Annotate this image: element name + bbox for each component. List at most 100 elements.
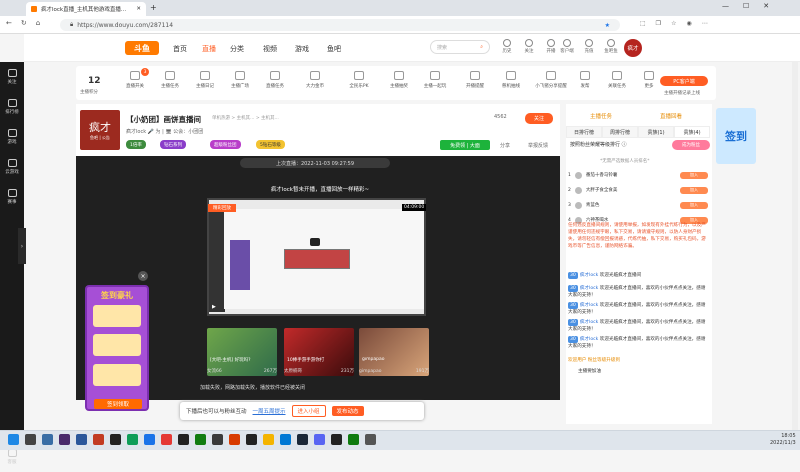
signin-button[interactable]: 签到领取 <box>94 399 142 409</box>
taskbar-app-icon[interactable] <box>314 434 325 445</box>
taskbar-app-icon[interactable] <box>144 434 155 445</box>
subtab-day[interactable]: 日排行榜 <box>566 126 602 138</box>
tag-2[interactable]: 钻石系列 <box>160 140 186 149</box>
user-avatar[interactable]: 疯才 <box>624 39 642 57</box>
taskbar-app-icon[interactable] <box>42 434 53 445</box>
taskbar-app-icon[interactable] <box>229 434 240 445</box>
taskbar-app-icon[interactable] <box>246 434 257 445</box>
taskbar-app-icon[interactable] <box>212 434 223 445</box>
taskbar-app-icon[interactable] <box>59 434 70 445</box>
sidebar-item-event[interactable]: 赛事 <box>0 182 24 212</box>
toolbar-item-9[interactable]: 开播提醒 <box>460 71 490 89</box>
taskbar-app-icon[interactable] <box>331 434 342 445</box>
taskbar-app-icon[interactable] <box>280 434 291 445</box>
toolbar-item-11[interactable]: 小飞猪分享提醒 <box>535 71 567 89</box>
toolbar-item-8[interactable]: 主播一起玩 <box>420 71 450 89</box>
signin-ad[interactable]: 签到 <box>716 108 756 164</box>
new-tab-button[interactable]: + <box>150 3 157 12</box>
toolbar-item-5[interactable]: 大力金币 <box>300 71 330 89</box>
refresh-icon[interactable]: ↻ <box>21 19 27 27</box>
free-gift-button[interactable]: 免费领 | 大面 <box>440 140 490 150</box>
profile-icon[interactable]: ◉ <box>686 20 691 27</box>
collections-icon[interactable]: ❐ <box>656 20 661 27</box>
become-fan-button[interactable]: 成为粉丝 <box>672 140 710 150</box>
search-icon[interactable]: ⌕ <box>480 44 483 50</box>
signin-gift-3[interactable] <box>93 364 141 386</box>
taskbar-app-icon[interactable] <box>25 434 36 445</box>
follow-button[interactable]: 关注 <box>525 113 553 124</box>
sidebar-item-cloudgame[interactable]: 云游戏 <box>0 152 24 182</box>
toolbar-item-0[interactable]: 直播开关 <box>120 71 150 89</box>
streamer-avatar[interactable]: 疯才 鱼吧 | 公告 <box>80 110 120 150</box>
chat-username[interactable]: 疯才lock <box>580 320 598 325</box>
taskbar-app-icon[interactable] <box>178 434 189 445</box>
toolbar-item-4[interactable]: 直播任务 <box>260 71 290 89</box>
tab-replay[interactable]: 直播回看 <box>660 112 682 120</box>
sidebar-item-game[interactable]: 游戏 <box>0 122 24 152</box>
star-icon[interactable]: ★ <box>605 22 610 29</box>
home-icon[interactable]: ⌂ <box>36 19 40 27</box>
toolbar-item-6[interactable]: 全民乐PK <box>344 71 374 89</box>
taskbar-clock[interactable]: 18:05 2022/11/3 <box>770 433 796 447</box>
popup-link[interactable]: 一周五周提示 <box>253 407 286 415</box>
sidebar-item-follow[interactable]: 关注 <box>0 62 24 92</box>
window-close-icon[interactable]: ✕ <box>763 2 769 10</box>
post-update-button[interactable]: 发布动态 <box>331 406 364 416</box>
maximize-icon[interactable]: ☐ <box>743 2 749 10</box>
signin-gift-2[interactable] <box>93 334 141 356</box>
more-icon[interactable]: ⋯ <box>702 20 708 27</box>
taskbar-app-icon[interactable] <box>195 434 206 445</box>
join-group-button[interactable]: 进入小组 <box>291 405 326 417</box>
favorites-icon[interactable]: ☆ <box>671 20 676 27</box>
site-logo[interactable]: 斗鱼 <box>125 41 159 55</box>
recharge-button[interactable]: 充值 <box>578 39 600 54</box>
rank-row[interactable]: 1 番茄十香马铃薯 加入 <box>568 168 708 182</box>
subtab-week[interactable]: 周排行榜 <box>602 126 638 138</box>
play-icon[interactable]: ▶ <box>212 304 216 310</box>
minimize-icon[interactable]: — <box>722 2 729 10</box>
page-scrollbar[interactable] <box>792 62 798 430</box>
breadcrumb[interactable]: 单机热游 > 主机其... > 主机其... <box>212 115 279 121</box>
toolbar-item-2[interactable]: 主播日记 <box>190 71 220 89</box>
extension-icon[interactable]: ⬚ <box>640 20 646 27</box>
nav-fishbar[interactable]: 鱼吧 <box>327 44 341 54</box>
rank-row[interactable]: 2 大胖子食全食美 加入 <box>568 183 708 197</box>
back-icon[interactable]: ← <box>6 19 12 27</box>
nav-game[interactable]: 游戏 <box>295 44 309 54</box>
signin-close-icon[interactable]: × <box>138 271 148 281</box>
chat-username[interactable]: 疯才lock <box>580 303 598 308</box>
tag-3[interactable]: 超级粉丝团 <box>210 140 241 149</box>
subtab-noble[interactable]: 贵族(1) <box>638 126 674 138</box>
rank-row[interactable]: 3 青蓝色 加入 <box>568 198 708 212</box>
taskbar-app-icon[interactable] <box>8 434 19 445</box>
client-button[interactable]: 客户端 <box>556 39 578 54</box>
browser-tab[interactable]: 疯才lock直播_主机其他游戏直播... ✕ <box>26 2 146 16</box>
nav-home[interactable]: 首页 <box>173 44 187 54</box>
taskbar-app-icon[interactable] <box>365 434 376 445</box>
toolbar-item-1[interactable]: 主播任务 <box>155 71 185 89</box>
taskbar-app-icon[interactable] <box>263 434 274 445</box>
share-button[interactable]: 分享 <box>500 142 510 149</box>
signin-gift-1[interactable] <box>93 305 141 327</box>
chat-username[interactable]: 疯才lock <box>580 286 598 291</box>
fishbar-button[interactable]: 鱼吧鱼 <box>600 39 622 54</box>
url-input[interactable]: 🔒︎ https://www.douyu.com/287114 ★ <box>60 19 620 31</box>
taskbar-app-icon[interactable] <box>76 434 87 445</box>
pc-client-button[interactable]: PC客户端 <box>660 76 708 86</box>
toolbar-item-12[interactable]: 发帮 <box>570 71 600 89</box>
toolbar-item-13[interactable]: 关联任务 <box>602 71 632 89</box>
nav-category[interactable]: 分类 <box>230 44 244 54</box>
toolbar-item-3[interactable]: 主播广场 <box>225 71 255 89</box>
tag-4[interactable]: 5钻石等级 <box>256 140 285 149</box>
tab-anchor-task[interactable]: 主播任务 <box>590 112 612 120</box>
taskbar-app-icon[interactable] <box>110 434 121 445</box>
search-input[interactable]: 搜索 ⌕ <box>430 40 490 54</box>
sidebar-collapse-handle[interactable]: › <box>18 228 26 264</box>
taskbar-app-icon[interactable] <box>93 434 104 445</box>
taskbar-app-icon[interactable] <box>297 434 308 445</box>
chat-username[interactable]: 疯才lock <box>580 337 598 342</box>
chat-username[interactable]: 疯才lock <box>580 273 598 278</box>
sidebar-item-rank[interactable]: 排行榜 <box>0 92 24 122</box>
nav-live[interactable]: 直播 <box>202 44 216 54</box>
tag-1[interactable]: 1倍率 <box>126 140 146 149</box>
